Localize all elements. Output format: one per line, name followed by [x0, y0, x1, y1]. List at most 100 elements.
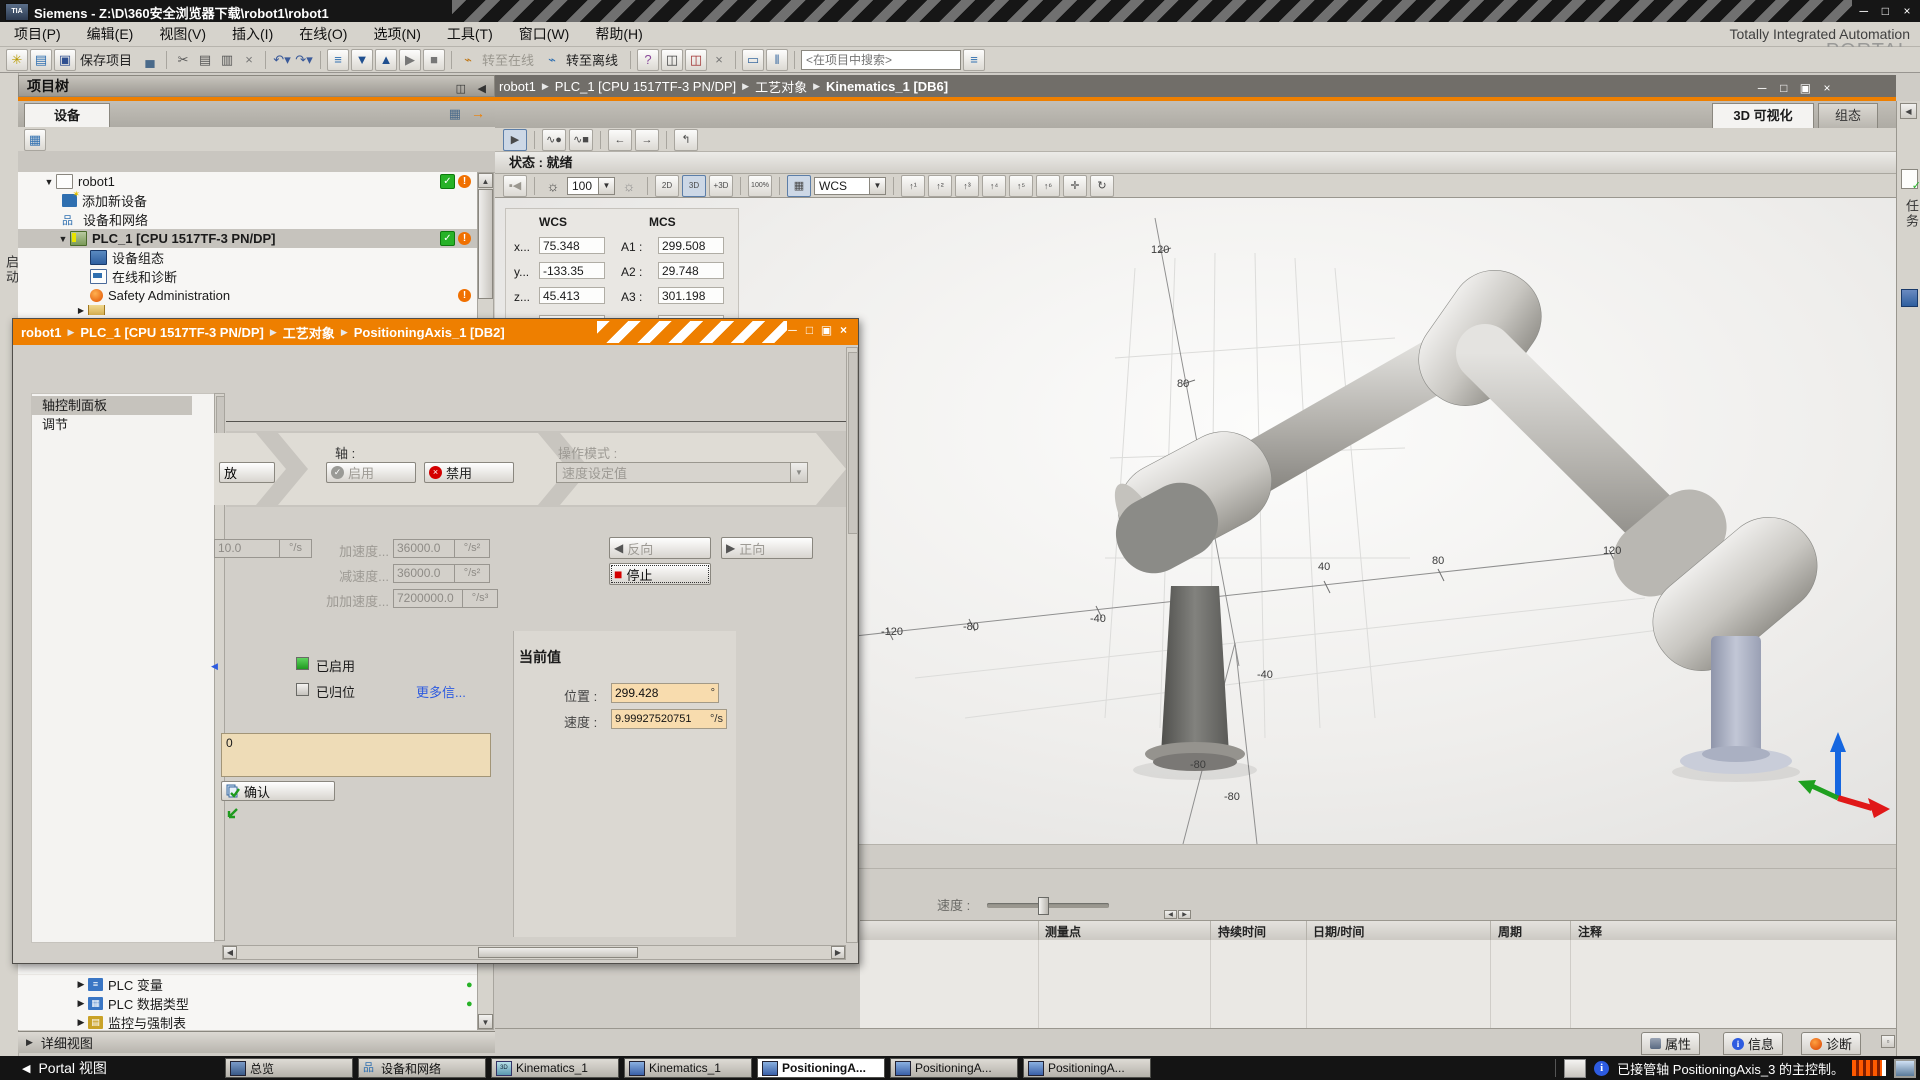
scroll-thumb[interactable] — [478, 189, 493, 299]
menu-tools[interactable]: 工具(T) — [447, 24, 493, 44]
camera-icon[interactable]: ▪◀ — [503, 175, 527, 197]
tab-devices[interactable]: 设备 — [24, 103, 110, 127]
axis-enable-button[interactable]: ✓ 启用 — [326, 462, 416, 483]
col-scroll-right-icon[interactable]: ▶ — [1178, 910, 1191, 919]
stop-button[interactable]: ■ 停止 — [609, 563, 711, 585]
taskbar-kinematics-3d[interactable]: 3D Kinematics_1 — [491, 1058, 619, 1078]
tasks-vertical-tab[interactable]: 任务 — [1902, 199, 1920, 229]
memory-card-icon[interactable] — [1564, 1059, 1586, 1078]
acknowledge-button[interactable]: 确认 — [221, 781, 335, 801]
step-back-icon[interactable]: ← — [608, 129, 632, 151]
download-icon[interactable]: ▼ — [351, 49, 373, 71]
collapse-icon[interactable]: ▶ — [76, 1017, 86, 1028]
light-icon[interactable]: ☼ — [618, 176, 640, 196]
editor-restore-icon[interactable]: □ — [1775, 78, 1793, 98]
menu-project[interactable]: 项目(P) — [14, 24, 61, 44]
col-header[interactable]: 测量点 — [1045, 923, 1081, 940]
jog-axis-1-icon[interactable]: ↑¹ — [901, 175, 925, 197]
portal-view-button[interactable]: Portal 视图 — [38, 1058, 106, 1078]
monitor-on-icon[interactable]: ▶ — [503, 129, 527, 151]
taskbar-kinematics[interactable]: Kinematics_1 — [624, 1058, 752, 1078]
info-tab[interactable]: i 信息 — [1723, 1032, 1783, 1055]
col-header[interactable]: 持续时间 — [1218, 923, 1266, 940]
save-project-icon[interactable]: ▣ — [54, 49, 76, 71]
menu-window[interactable]: 窗口(W) — [519, 24, 570, 44]
editor-close-icon[interactable]: × — [1818, 78, 1836, 98]
close-window-icon[interactable]: × — [709, 50, 729, 70]
dropdown-icon[interactable]: ▼ — [869, 178, 885, 194]
dropdown-icon[interactable]: ▼ — [790, 463, 807, 482]
col-header[interactable]: 周期 — [1498, 923, 1522, 940]
float-dock-icon[interactable]: □ — [801, 323, 818, 337]
window-minimize-icon[interactable]: ─ — [1855, 1, 1873, 21]
nav-tuning[interactable]: 调节 — [32, 415, 214, 434]
jog-axis-5-icon[interactable]: ↑⁵ — [1009, 175, 1033, 197]
tree-row-watch-tables[interactable]: ▶ ▤ 监控与强制表 — [18, 1013, 477, 1032]
rotate-view-icon[interactable]: ↻ — [1090, 175, 1114, 197]
tree-row-device-config[interactable]: 设备组态 — [18, 248, 477, 267]
float-crumb[interactable]: PLC_1 [CPU 1517TF-3 PN/DP] — [80, 325, 264, 340]
scroll-thumb[interactable] — [478, 947, 638, 958]
taskbar-positioning-axis-2[interactable]: PositioningA... — [890, 1058, 1018, 1078]
tasks-icon[interactable]: ✓ — [1901, 169, 1918, 189]
view-3d-cross-icon[interactable]: +3D — [709, 175, 733, 197]
tree-row-safety-admin[interactable]: Safety Administration ! — [18, 286, 477, 305]
undo-icon[interactable]: ↶▾ — [272, 50, 292, 70]
taskbar-devices-networks[interactable]: 品 设备和网络 — [358, 1058, 486, 1078]
network-overview-icon[interactable]: ▦ — [24, 129, 46, 151]
float-header[interactable]: robot1 ▶ PLC_1 [CPU 1517TF-3 PN/DP] ▶ 工艺… — [13, 319, 858, 345]
step-forward-icon[interactable]: → — [635, 129, 659, 151]
breadcrumb-item-current[interactable]: Kinematics_1 [DB6] — [826, 79, 948, 94]
master-control-release-button[interactable]: 放 — [219, 462, 275, 483]
expand-view-icon[interactable]: → — [471, 105, 485, 121]
jerk-field[interactable]: 7200000.0 — [393, 589, 463, 608]
delete-icon[interactable]: × — [239, 50, 259, 70]
vertical-split-icon[interactable]: ‖ — [766, 49, 788, 71]
axis-disable-button[interactable]: × 禁用 — [424, 462, 514, 483]
upload-icon[interactable]: ▲ — [375, 49, 397, 71]
more-info-link[interactable]: 更多信... — [416, 682, 466, 701]
tree-row-devices-networks[interactable]: 品 设备和网络 — [18, 210, 477, 229]
search-settings-icon[interactable]: ≡ — [963, 49, 985, 71]
accel-field[interactable]: 36000.0 — [393, 539, 455, 558]
diagnostics-icon[interactable]: ? — [637, 49, 659, 71]
scroll-thumb[interactable] — [848, 352, 858, 534]
reset-view-icon[interactable]: ↰ — [674, 129, 698, 151]
portal-back-icon[interactable]: ◀ — [22, 1062, 30, 1075]
editor-maximize-icon[interactable]: ▣ — [1796, 78, 1814, 98]
breadcrumb-item[interactable]: PLC_1 [CPU 1517TF-3 PN/DP] — [555, 79, 736, 94]
connection-monitor-icon[interactable] — [1894, 1059, 1916, 1078]
col-scroll-left-icon[interactable]: ◀ — [1164, 910, 1177, 919]
decel-field[interactable]: 36000.0 — [393, 564, 455, 583]
jog-forward-button[interactable]: ▶ 正向 — [721, 537, 813, 559]
menu-insert[interactable]: 插入(I) — [232, 24, 273, 44]
compile-icon[interactable]: ≡ — [327, 49, 349, 71]
view-3d-icon[interactable]: 3D — [682, 175, 706, 197]
nav-axis-control-panel[interactable]: 轴控制面板 — [32, 396, 192, 415]
diagnostics-tab[interactable]: 诊断 — [1801, 1032, 1861, 1055]
trace-point-icon[interactable]: ∿● — [542, 129, 566, 151]
go-online-label[interactable]: 转至在线 — [482, 50, 534, 69]
mode-select[interactable]: 速度设定值 ▼ — [556, 462, 808, 483]
libraries-icon[interactable] — [1901, 289, 1918, 307]
trace-stop-icon[interactable]: ∿■ — [569, 129, 593, 151]
velocity-field[interactable]: 10.0 — [214, 539, 280, 558]
scroll-down-icon[interactable]: ▼ — [478, 1014, 493, 1029]
zoom-combobox[interactable]: 100▼ — [567, 177, 615, 195]
tab-3d-visualization[interactable]: 3D 可视化 — [1712, 103, 1814, 129]
dropdown-icon[interactable]: ▼ — [598, 178, 614, 194]
scroll-right-icon[interactable]: ▶ — [831, 946, 845, 959]
collapse-icon[interactable]: ▶ — [76, 979, 86, 990]
breadcrumb-item[interactable]: 工艺对象 — [755, 77, 807, 96]
view-2d-icon[interactable]: 2D — [655, 175, 679, 197]
zoom-100-icon[interactable]: 100% — [748, 175, 772, 197]
copy-icon[interactable]: ▤ — [195, 50, 215, 70]
taskbar-positioning-axis-3[interactable]: PositioningA... — [1023, 1058, 1151, 1078]
tree-row-robot1[interactable]: ▼ robot1 ✓ ! — [18, 172, 477, 191]
split-window-icon[interactable]: ◫ — [661, 49, 683, 71]
section-collapse-icon[interactable]: ◀ — [211, 661, 218, 672]
float-crumb[interactable]: 工艺对象 — [283, 323, 335, 342]
float-vscrollbar[interactable] — [846, 347, 858, 943]
new-project-icon[interactable]: ✳ — [6, 49, 28, 71]
brightness-icon[interactable]: ☼ — [542, 176, 564, 196]
